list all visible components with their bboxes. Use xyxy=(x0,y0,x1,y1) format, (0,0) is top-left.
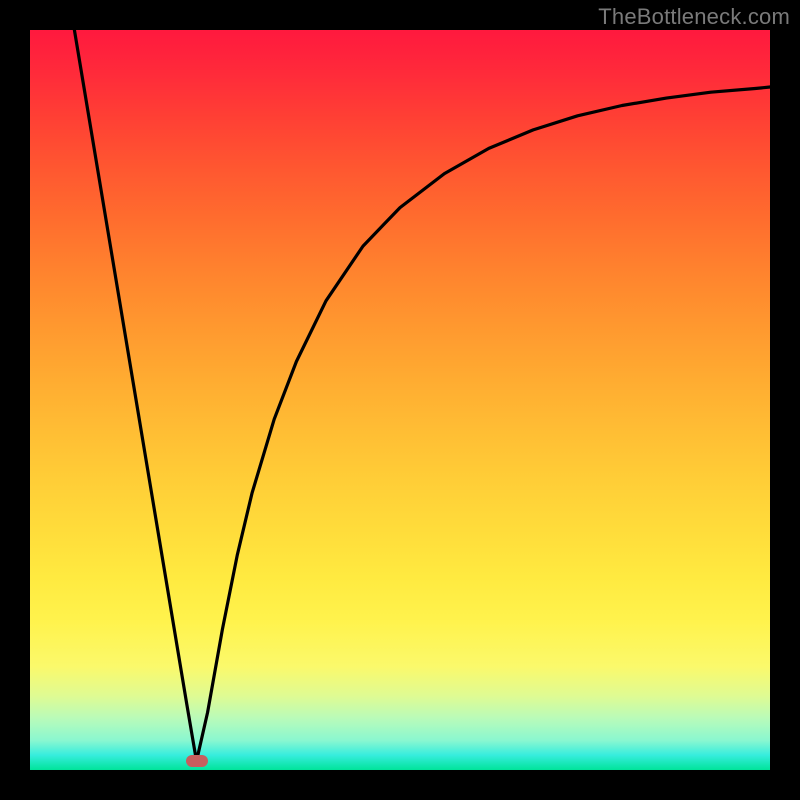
chart-frame: TheBottleneck.com xyxy=(0,0,800,800)
bottleneck-curve xyxy=(30,30,770,770)
plot-area xyxy=(30,30,770,770)
optimal-point-marker xyxy=(186,755,208,767)
watermark-text: TheBottleneck.com xyxy=(598,4,790,30)
